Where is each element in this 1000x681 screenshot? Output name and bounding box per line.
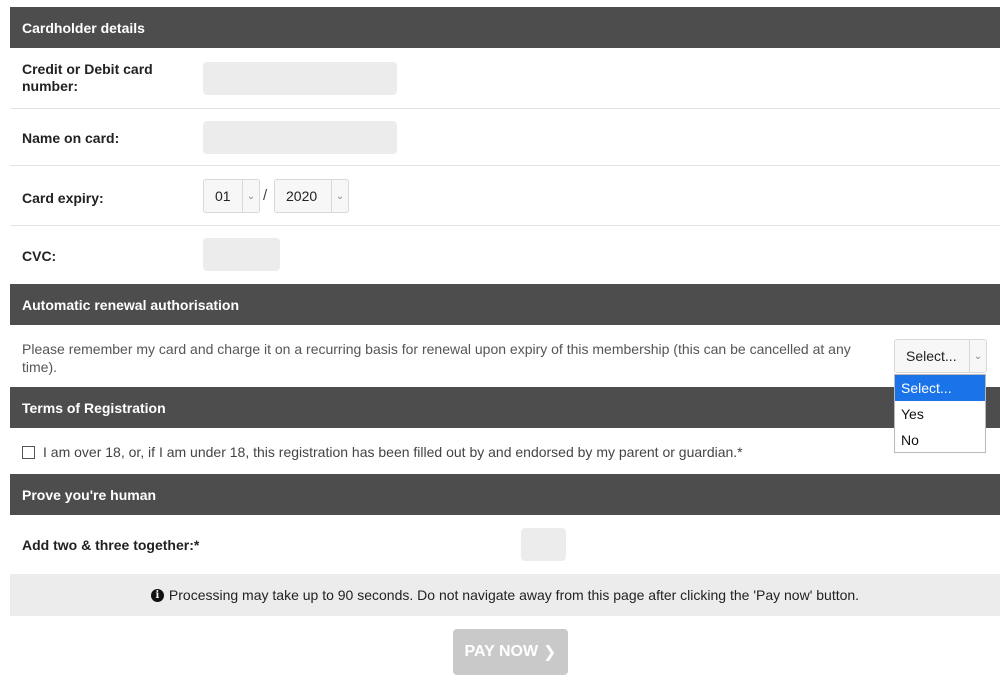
card-expiry-label: Card expiry: (22, 190, 104, 206)
chevron-down-icon: ⌄ (331, 180, 348, 212)
cvc-row: CVC: (10, 226, 1000, 283)
section-title: Cardholder details (22, 19, 145, 36)
captcha-question: Add two & three together:* (22, 537, 200, 553)
section-header-renewal: Automatic renewal authorisation (10, 284, 1000, 325)
card-name-row: Name on card: (10, 109, 1000, 166)
terms-checkbox[interactable] (22, 445, 35, 459)
card-number-input[interactable] (203, 62, 397, 95)
chevron-down-icon: ⌄ (242, 180, 259, 212)
expiry-separator: / (263, 187, 268, 204)
card-expiry-row: Card expiry: 01 ⌄ / 2020 ⌄ (10, 166, 1000, 226)
card-name-input[interactable] (203, 121, 397, 154)
renewal-select[interactable]: Select... ⌄ (894, 339, 987, 373)
captcha-input[interactable] (521, 528, 566, 561)
processing-notice-text: Processing may take up to 90 seconds. Do… (168, 587, 860, 603)
renewal-dropdown-list: Select... Yes No (894, 374, 986, 453)
dropdown-option-no[interactable]: No (895, 427, 985, 453)
terms-checkbox-row: I am over 18, or, if I am under 18, this… (22, 444, 743, 460)
section-header-cardholder: Cardholder details (10, 7, 1000, 48)
section-title: Terms of Registration (22, 399, 166, 416)
info-icon: i (150, 588, 164, 602)
cvc-label: CVC: (22, 248, 57, 264)
processing-notice: i Processing may take up to 90 seconds. … (10, 574, 1000, 616)
card-number-row: Credit or Debit card number: (10, 48, 1000, 109)
dropdown-option-select[interactable]: Select... (895, 375, 985, 401)
expiry-year-value: 2020 (286, 188, 318, 204)
pay-now-button[interactable]: PAY NOW ❯ (453, 629, 568, 675)
section-title: Automatic renewal authorisation (22, 296, 240, 313)
cvc-input[interactable] (203, 238, 280, 271)
section-header-terms: Terms of Registration (10, 387, 1000, 428)
captcha-row: Add two & three together:* (10, 515, 1000, 574)
section-title: Prove you're human (22, 486, 157, 503)
renewal-select-value: Select... (906, 348, 957, 364)
chevron-right-icon: ❯ (543, 644, 557, 661)
dropdown-option-yes[interactable]: Yes (895, 401, 985, 427)
section-header-human: Prove you're human (10, 474, 1000, 515)
chevron-down-icon: ⌄ (969, 340, 986, 372)
card-name-label: Name on card: (22, 130, 120, 146)
card-number-label: Credit or Debit card number: (22, 61, 153, 94)
renewal-description: Please remember my card and charge it on… (22, 341, 851, 375)
expiry-year-select[interactable]: 2020 ⌄ (274, 179, 349, 213)
terms-checkbox-label: I am over 18, or, if I am under 18, this… (43, 444, 743, 460)
expiry-month-value: 01 (215, 188, 231, 204)
pay-now-label: PAY NOW (464, 643, 539, 660)
expiry-month-select[interactable]: 01 ⌄ (203, 179, 260, 213)
